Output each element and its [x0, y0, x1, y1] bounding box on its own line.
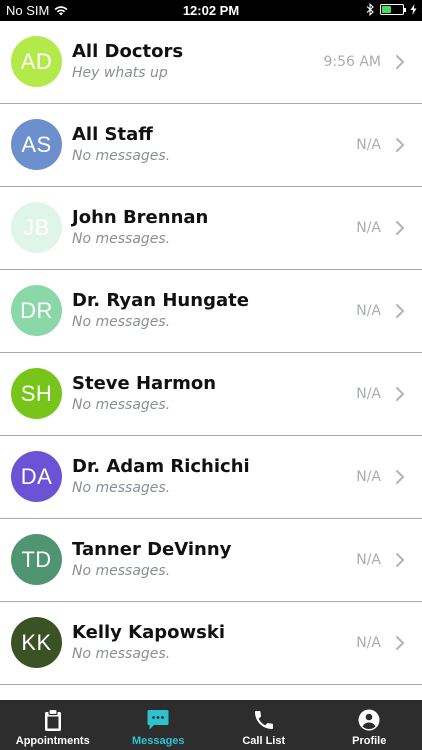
tab-bar: Appointments Messages Call List Profile — [0, 700, 422, 750]
chat-bubble-icon — [147, 710, 169, 730]
conversation-row[interactable]: KK Kelly Kapowski No messages. N/A — [0, 602, 422, 685]
user-circle-icon — [358, 709, 380, 731]
avatar: AD — [11, 36, 62, 87]
message-preview: No messages. — [72, 480, 171, 496]
message-time: N/A — [356, 220, 381, 236]
tab-appointments[interactable]: Appointments — [0, 700, 106, 750]
status-time: 12:02 PM — [182, 3, 240, 18]
chevron-right-icon — [396, 470, 405, 484]
message-preview: No messages. — [72, 646, 171, 662]
avatar: KK — [11, 617, 62, 668]
conversation-name: Dr. Ryan Hungate — [72, 290, 249, 311]
chevron-right-icon — [396, 636, 405, 650]
message-preview: No messages. — [72, 314, 171, 330]
message-time: N/A — [356, 386, 381, 402]
avatar: TD — [11, 534, 62, 585]
message-time: N/A — [356, 635, 381, 651]
conversation-name: John Brennan — [72, 207, 209, 228]
charging-icon — [410, 4, 417, 15]
tab-label: Call List — [242, 735, 286, 747]
tab-call-list[interactable]: Call List — [211, 700, 317, 750]
tab-label: Messages — [131, 735, 185, 747]
message-preview: No messages. — [72, 563, 171, 579]
chevron-right-icon — [396, 55, 405, 69]
conversation-list: AD All Doctors Hey whats up 9:56 AM AS A… — [0, 21, 422, 685]
message-time: N/A — [356, 303, 381, 319]
conversation-row[interactable]: SH Steve Harmon No messages. N/A — [0, 353, 422, 436]
clipboard-icon — [44, 708, 61, 731]
conversation-name: Steve Harmon — [72, 373, 217, 394]
message-time: N/A — [356, 469, 381, 485]
conversation-row[interactable]: AS All Staff No messages. N/A — [0, 104, 422, 187]
status-right — [366, 3, 417, 16]
message-time: N/A — [356, 552, 381, 568]
chevron-right-icon — [396, 387, 405, 401]
conversation-row[interactable]: TD Tanner DeVinny No messages. N/A — [0, 519, 422, 602]
chevron-right-icon — [396, 138, 405, 152]
conversation-name: All Staff — [72, 124, 153, 145]
battery-icon — [380, 4, 406, 15]
avatar: AS — [11, 119, 62, 170]
message-preview: No messages. — [72, 148, 171, 164]
tab-profile[interactable]: Profile — [317, 700, 422, 750]
message-preview: No messages. — [72, 231, 171, 247]
conversation-name: Tanner DeVinny — [72, 539, 232, 560]
conversation-row[interactable]: DR Dr. Ryan Hungate No messages. N/A — [0, 270, 422, 353]
message-preview: Hey whats up — [72, 65, 168, 81]
conversation-name: Kelly Kapowski — [72, 622, 226, 643]
message-time: N/A — [356, 137, 381, 153]
conversation-row[interactable]: JB John Brennan No messages. N/A — [0, 187, 422, 270]
tab-messages[interactable]: Messages — [106, 700, 212, 750]
avatar: JB — [11, 202, 62, 253]
avatar: DR — [11, 285, 62, 336]
bluetooth-icon — [366, 3, 374, 16]
message-preview: No messages. — [72, 397, 171, 413]
conversation-row[interactable]: AD All Doctors Hey whats up 9:56 AM — [0, 21, 422, 104]
phone-icon — [254, 711, 273, 729]
conversation-row[interactable]: DA Dr. Adam Richichi No messages. N/A — [0, 436, 422, 519]
conversation-name: All Doctors — [72, 41, 184, 62]
message-time: 9:56 AM — [323, 54, 381, 70]
tab-label: Profile — [352, 735, 387, 747]
avatar: SH — [11, 368, 62, 419]
chevron-right-icon — [396, 221, 405, 235]
conversation-name: Dr. Adam Richichi — [72, 456, 250, 477]
chevron-right-icon — [396, 553, 405, 567]
chevron-right-icon — [396, 304, 405, 318]
tab-label: Appointments — [15, 735, 90, 747]
avatar: DA — [11, 451, 62, 502]
status-bar: No SIM 12:02 PM — [0, 0, 422, 21]
